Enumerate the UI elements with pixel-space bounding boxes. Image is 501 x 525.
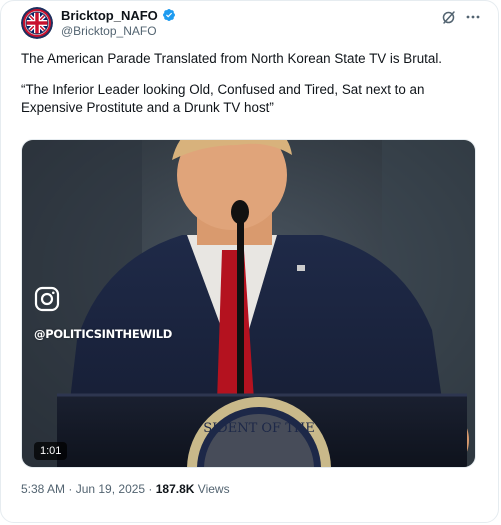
video-duration-badge: 1:01: [34, 442, 68, 460]
grok-icon[interactable]: [441, 9, 457, 25]
tweet-meta: 5:38 AM · Jun 19, 2025 · 187.8K Views: [21, 482, 230, 496]
avatar[interactable]: [21, 7, 53, 39]
tweet-timestamp[interactable]: 5:38 AM · Jun 19, 2025 ·: [21, 482, 156, 496]
author-handle[interactable]: @Bricktop_NAFO: [61, 24, 176, 38]
video-frame: SIDENT OF THE: [22, 140, 475, 467]
union-jack-badge-icon: [21, 7, 53, 39]
more-options-icon[interactable]: [465, 9, 481, 25]
header-actions: [441, 9, 481, 25]
tweet-header: Bricktop_NAFO @Bricktop_NAFO: [21, 7, 481, 41]
views-count: 187.8K: [155, 482, 195, 496]
tweet-text-quote: “The Inferior Leader looking Old, Confus…: [21, 82, 425, 115]
verified-badge-icon: [162, 8, 176, 22]
author-names: Bricktop_NAFO @Bricktop_NAFO: [61, 7, 176, 38]
instagram-icon: [34, 286, 60, 312]
tweet-card: Bricktop_NAFO @Bricktop_NAFO The America…: [0, 0, 499, 523]
tweet-text-line-1: The American Parade Translated from Nort…: [21, 51, 443, 66]
author-display-name[interactable]: Bricktop_NAFO: [61, 8, 158, 23]
watermark-text: @POLITICSINTHEWILD: [34, 327, 173, 341]
seal-lettering: SIDENT OF THE: [203, 421, 314, 436]
video-player[interactable]: SIDENT OF THE @POLITICSINTHEWILD 1:01: [21, 139, 476, 468]
views-label: Views: [194, 482, 230, 496]
tweet-text: The American Parade Translated from Nort…: [21, 50, 481, 130]
